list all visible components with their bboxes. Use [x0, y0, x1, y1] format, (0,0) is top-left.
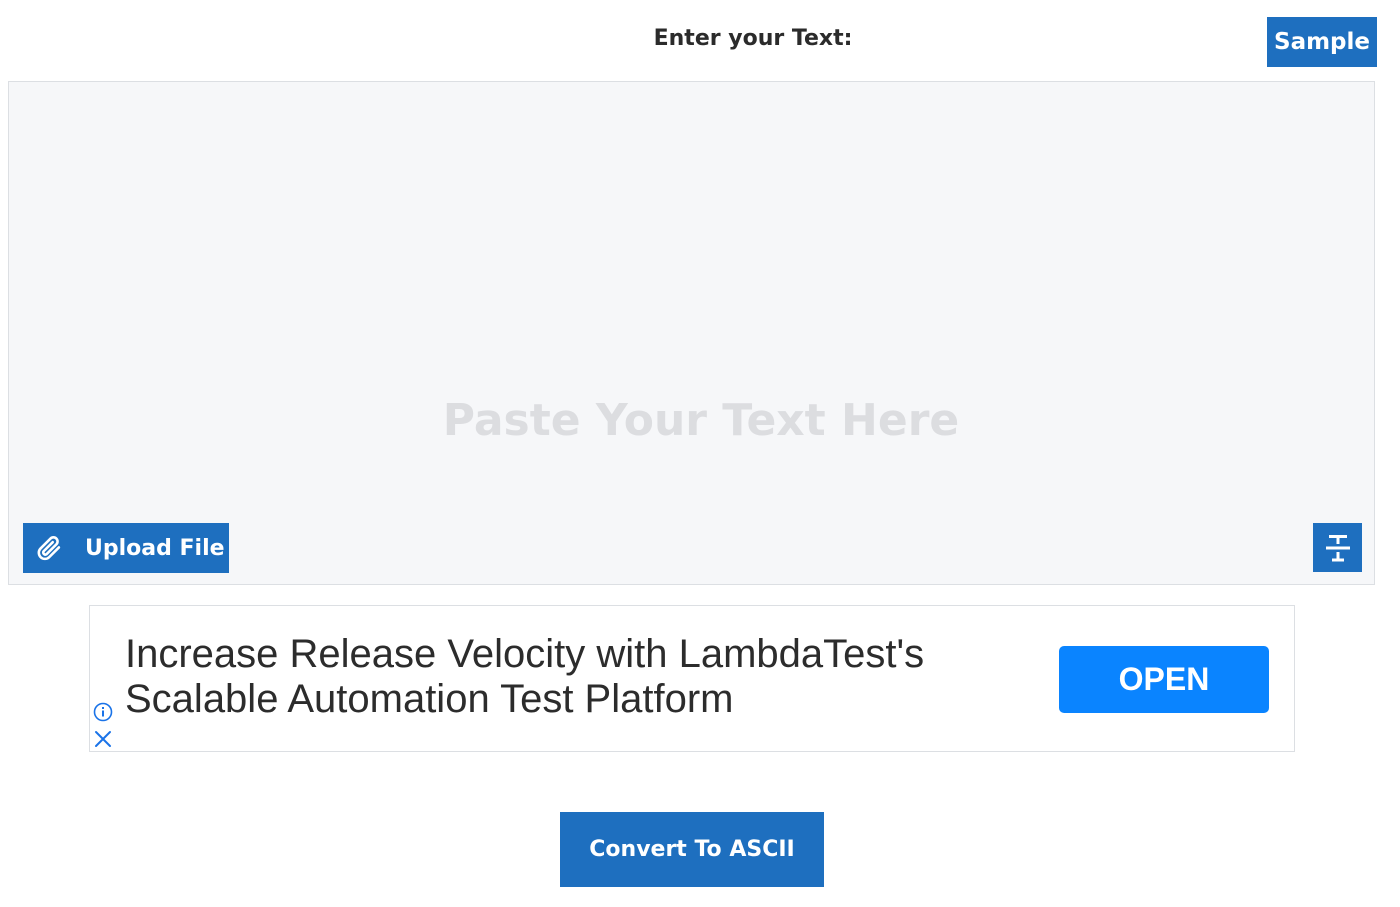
page-header-label: Enter your Text:	[653, 26, 853, 51]
paperclip-icon	[35, 534, 63, 562]
text-input-area[interactable]: Paste Your Text Here	[8, 81, 1375, 585]
ad-headline-line-1: Increase Release Velocity with LambdaTes…	[125, 632, 925, 676]
text-format-icon	[1325, 534, 1350, 562]
info-icon[interactable]	[93, 702, 113, 722]
advertisement-banner[interactable]: Increase Release Velocity with LambdaTes…	[89, 605, 1295, 752]
text-format-button[interactable]	[1313, 523, 1362, 572]
upload-file-label: Upload File	[85, 535, 225, 561]
ad-headline-line-2: Scalable Automation Test Platform	[125, 677, 734, 721]
convert-to-ascii-button[interactable]: Convert To ASCII	[560, 812, 824, 887]
upload-file-button[interactable]: Upload File	[23, 523, 229, 573]
close-icon[interactable]	[94, 730, 112, 748]
sample-button[interactable]: Sample	[1267, 17, 1377, 67]
ad-headline: Increase Release Velocity with LambdaTes…	[125, 632, 1005, 722]
ad-open-button[interactable]: OPEN	[1059, 646, 1269, 713]
text-input-placeholder: Paste Your Text Here	[442, 395, 960, 446]
